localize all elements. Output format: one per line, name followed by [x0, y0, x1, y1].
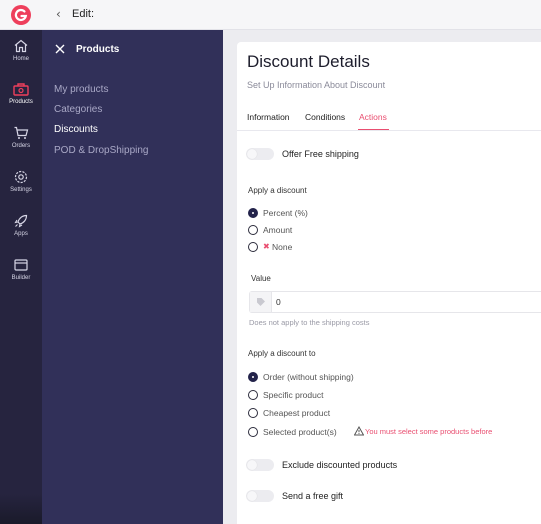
exclude-discounted-toggle[interactable]: [246, 459, 274, 471]
value-hint: Does not apply to the shipping costs: [249, 318, 370, 327]
rail-item-apps[interactable]: Apps: [0, 213, 42, 253]
products-nav-panel: Products My products Categories Discount…: [42, 30, 223, 524]
close-icon[interactable]: [54, 43, 66, 55]
radio-none[interactable]: [248, 242, 258, 252]
rail-item-home[interactable]: Home: [0, 38, 42, 78]
radio-selected-products[interactable]: [248, 427, 258, 437]
rail-label-builder: Builder: [11, 275, 31, 281]
rail-item-builder[interactable]: Builder: [0, 257, 42, 297]
radio-none-label: None: [272, 242, 293, 252]
top-bar: ‹ Edit:: [0, 0, 541, 30]
content-gutter: [223, 30, 237, 524]
logo-icon[interactable]: [11, 5, 31, 25]
radio-specific-product-label: Specific product: [263, 390, 324, 400]
x-mark-icon: ✖: [263, 242, 270, 251]
browser-icon: [14, 259, 28, 271]
nav-item-pod-dropshipping[interactable]: POD & DropShipping: [54, 145, 149, 156]
nav-item-my-products[interactable]: My products: [54, 84, 108, 95]
nav-item-discounts[interactable]: Discounts: [54, 124, 98, 135]
rail-label-settings: Settings: [10, 187, 32, 193]
warning-icon: [354, 426, 364, 436]
radio-cheapest-product[interactable]: [248, 408, 258, 418]
rail-item-settings[interactable]: Settings: [0, 169, 42, 209]
radio-cheapest-product-label: Cheapest product: [263, 408, 331, 418]
radio-order[interactable]: [248, 372, 258, 382]
value-text: 0: [276, 297, 281, 307]
gear-icon: [14, 170, 28, 184]
rocket-icon: [14, 214, 28, 228]
home-icon: [14, 39, 28, 53]
value-input[interactable]: 0: [249, 291, 541, 313]
cart-icon: [14, 126, 29, 139]
value-label: Value: [251, 274, 271, 283]
rail-item-orders[interactable]: Orders: [0, 125, 42, 165]
tab-conditions[interactable]: Conditions: [305, 112, 345, 122]
nav-item-categories[interactable]: Categories: [54, 104, 102, 115]
rail-label-home: Home: [12, 56, 29, 62]
select-products-warning: You must select some products before: [365, 427, 493, 436]
radio-percent[interactable]: [248, 208, 258, 218]
tab-actions[interactable]: Actions: [359, 112, 387, 122]
discount-details-card: Discount Details Set Up Information Abou…: [237, 42, 541, 524]
value-unit-addon: [250, 292, 272, 312]
apply-discount-label: Apply a discount: [248, 186, 307, 195]
rail-item-products[interactable]: Products: [0, 81, 42, 121]
rail-label-orders: Orders: [11, 143, 31, 149]
icon-rail: Home Products Orders Settings Apps Build…: [0, 30, 42, 524]
card-title: Discount Details: [247, 52, 370, 71]
radio-specific-product[interactable]: [248, 390, 258, 400]
rail-label-apps: Apps: [14, 231, 28, 237]
free-shipping-label: Offer Free shipping: [282, 149, 359, 159]
nav-title: Products: [76, 44, 120, 55]
rail-footer: [0, 494, 42, 524]
products-icon: [13, 83, 29, 96]
radio-selected-products-label: Selected product(s): [263, 427, 337, 437]
radio-percent-label: Percent (%): [263, 208, 308, 218]
tabs-divider: [237, 130, 541, 131]
rail-label-products: Products: [9, 99, 33, 105]
page-title: Edit:: [72, 8, 95, 20]
back-chevron-icon[interactable]: ‹: [56, 7, 61, 21]
free-gift-toggle[interactable]: [246, 490, 274, 502]
radio-order-label: Order (without shipping): [263, 372, 354, 382]
free-shipping-toggle[interactable]: [246, 148, 274, 160]
tab-information[interactable]: Information: [247, 112, 290, 122]
radio-amount[interactable]: [248, 225, 258, 235]
free-gift-label: Send a free gift: [282, 491, 344, 501]
card-subtitle: Set Up Information About Discount: [247, 80, 386, 90]
radio-amount-label: Amount: [263, 225, 293, 235]
exclude-discounted-label: Exclude discounted products: [282, 460, 398, 470]
apply-to-label: Apply a discount to: [248, 349, 316, 358]
tag-icon: [257, 298, 265, 306]
